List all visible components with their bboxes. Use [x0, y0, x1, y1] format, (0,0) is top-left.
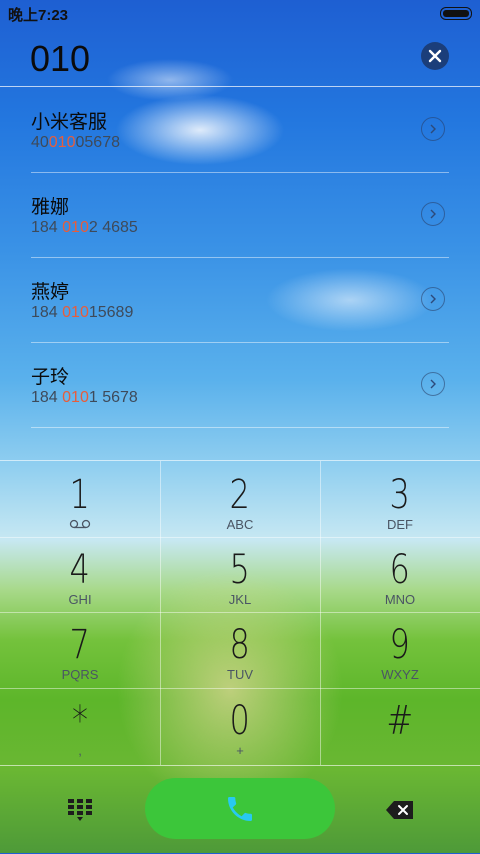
voicemail-icon: [69, 519, 91, 529]
chevron-right-icon: [430, 294, 436, 304]
key-7[interactable]: 7 PQRS: [0, 611, 160, 687]
key-letters: ,: [78, 743, 82, 758]
dialpad-icon: [68, 799, 92, 821]
key-9[interactable]: 9 WXYZ: [320, 611, 480, 687]
status-time: 晚上7:23: [8, 7, 69, 24]
key-hash[interactable]: #: [320, 687, 480, 763]
key-digit: 5: [229, 547, 251, 593]
contact-detail-button[interactable]: [421, 117, 445, 141]
key-digit: 9: [389, 622, 411, 668]
key-3[interactable]: 3 DEF: [320, 461, 480, 537]
key-digit: 6: [389, 547, 411, 593]
key-6[interactable]: 6 MNO: [320, 536, 480, 612]
key-letters: JKL: [228, 592, 252, 607]
key-digit: 4: [69, 547, 91, 593]
key-4[interactable]: 4 GHI: [0, 536, 160, 612]
contact-number: 184 01015689: [31, 304, 134, 321]
dial-keypad: 1 2 ABC 3 DEF 4 GHI 5 JKL 6 MNO 7 PQRS 8…: [0, 460, 480, 765]
key-letters: +: [236, 743, 244, 758]
dialer-action-bar: [0, 765, 480, 854]
dialpad-toggle-button[interactable]: [60, 792, 100, 828]
contact-detail-button[interactable]: [421, 202, 445, 226]
key-0[interactable]: 0 +: [160, 687, 320, 763]
contact-row[interactable]: 燕婷 184 01015689: [31, 258, 449, 343]
backspace-button[interactable]: [380, 792, 420, 828]
key-letters: TUV: [227, 667, 253, 682]
battery-icon: [440, 7, 472, 20]
key-5[interactable]: 5 JKL: [160, 536, 320, 612]
display-divider: [0, 86, 480, 87]
contact-row[interactable]: 子玲 184 0101 5678: [31, 343, 449, 428]
contact-detail-button[interactable]: [421, 287, 445, 311]
search-results: 小米客服 4001005678 雅娜 184 0102 4685 燕婷 184 …: [0, 88, 480, 428]
key-8[interactable]: 8 TUV: [160, 611, 320, 687]
key-star[interactable]: * ,: [0, 687, 160, 763]
key-digit: 2: [229, 472, 251, 518]
key-digit: 3: [389, 472, 411, 518]
contact-number: 184 0101 5678: [31, 389, 138, 406]
close-icon: [428, 49, 442, 63]
chevron-right-icon: [430, 379, 436, 389]
key-digit: 7: [69, 622, 91, 668]
key-letters: PQRS: [61, 667, 99, 682]
contact-row[interactable]: 小米客服 4001005678: [31, 88, 449, 173]
key-digit: 8: [229, 622, 251, 668]
contact-number: 184 0102 4685: [31, 219, 138, 236]
key-letters: ABC: [226, 517, 254, 532]
backspace-icon: [386, 801, 413, 819]
contact-name: 雅娜: [31, 197, 70, 218]
contact-detail-button[interactable]: [421, 372, 445, 396]
call-button[interactable]: [145, 778, 335, 839]
key-digit: 1: [69, 472, 91, 518]
chevron-right-icon: [430, 209, 436, 219]
key-letters: GHI: [68, 592, 92, 607]
contact-number: 4001005678: [31, 134, 120, 151]
key-letters: MNO: [384, 592, 416, 607]
key-1[interactable]: 1: [0, 461, 160, 537]
key-digit: 0: [229, 698, 251, 744]
phone-icon: [228, 796, 252, 821]
contact-name: 子玲: [31, 367, 70, 388]
dialed-number: 010: [30, 38, 91, 79]
key-digit: *: [72, 698, 88, 744]
key-2[interactable]: 2 ABC: [160, 461, 320, 537]
key-digit: #: [386, 698, 414, 744]
key-letters: WXYZ: [381, 667, 419, 682]
status-bar: 晚上7:23: [0, 0, 480, 26]
chevron-right-icon: [430, 124, 436, 134]
contact-name: 小米客服: [31, 112, 108, 133]
key-letters: DEF: [387, 517, 413, 532]
dial-display: 010: [0, 28, 480, 86]
contact-name: 燕婷: [31, 282, 70, 303]
clear-button[interactable]: [421, 42, 449, 70]
contact-row[interactable]: 雅娜 184 0102 4685: [31, 173, 449, 258]
